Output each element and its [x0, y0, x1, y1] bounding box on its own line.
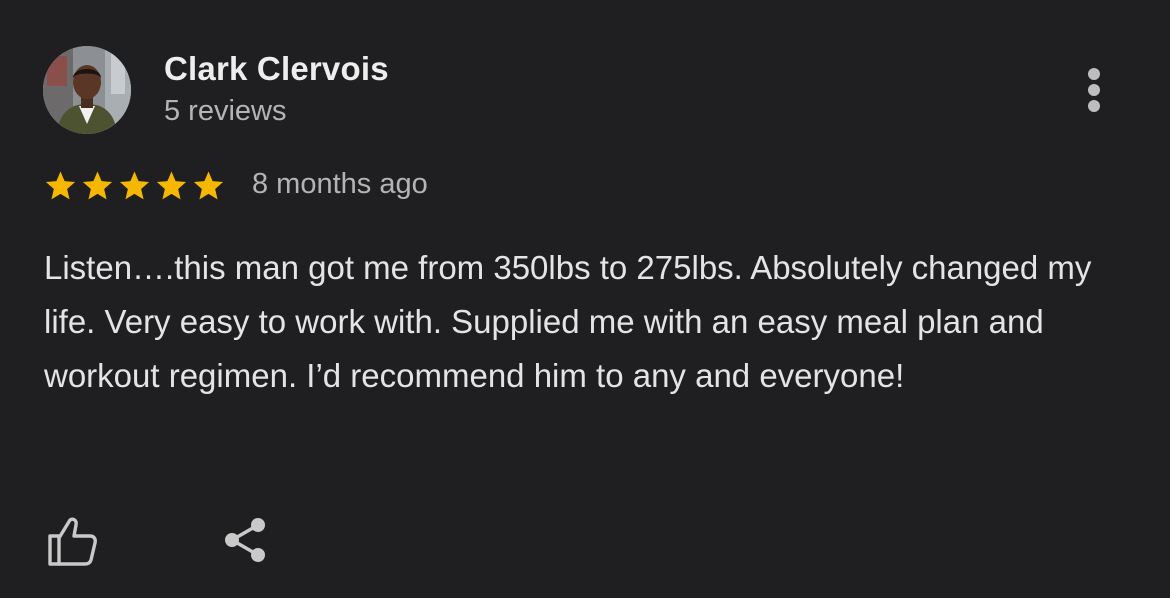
share-button[interactable]	[218, 514, 272, 568]
share-icon	[225, 518, 265, 562]
review-card: Clark Clervois 5 reviews 8 months ago Li…	[0, 0, 1170, 598]
star-icon	[82, 171, 113, 200]
review-text: Listen….this man got me from 350lbs to 2…	[44, 249, 1092, 394]
star-rating	[43, 166, 228, 206]
star-icon	[45, 171, 76, 200]
star-icon	[156, 171, 187, 200]
avatar-photo	[43, 46, 131, 134]
more-vertical-icon-dot	[1088, 100, 1100, 112]
review-count: 5 reviews	[164, 95, 287, 127]
reviewer-name[interactable]: Clark Clervois	[164, 50, 389, 88]
more-options-button[interactable]	[1074, 62, 1114, 118]
star-icon	[193, 171, 224, 200]
thumbs-up-icon	[48, 517, 97, 566]
avatar[interactable]	[43, 46, 131, 134]
more-vertical-icon-dot	[1088, 84, 1100, 96]
review-date: 8 months ago	[252, 168, 428, 200]
star-icon	[119, 171, 150, 200]
more-vertical-icon	[1088, 68, 1100, 80]
like-button[interactable]	[46, 514, 100, 568]
